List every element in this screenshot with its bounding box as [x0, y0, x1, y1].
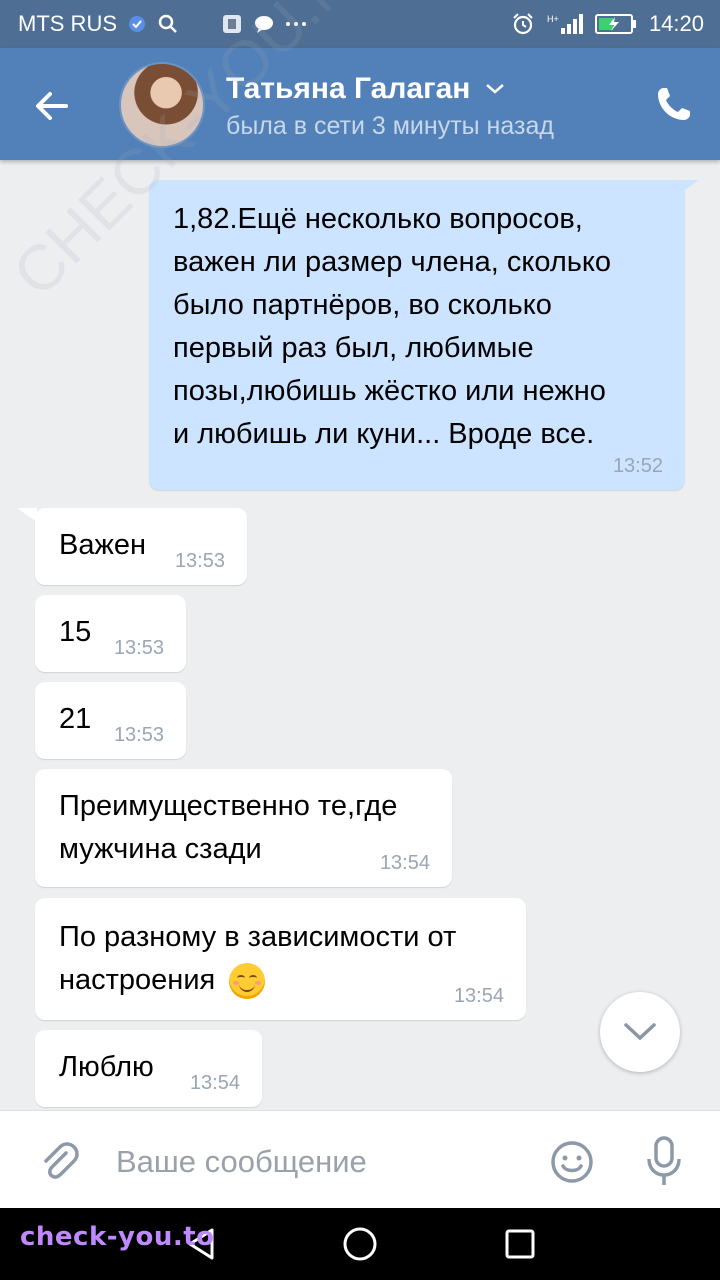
- message-text: Люблю: [59, 1051, 154, 1083]
- battery-icon: [594, 13, 637, 35]
- nfc-icon: [127, 14, 147, 34]
- message-time: 13:54: [379, 852, 430, 874]
- chat-header: Татьяна Галаган была в сети 3 минуты наз…: [0, 48, 720, 160]
- message-text: 15: [59, 616, 92, 648]
- message-bubble-outgoing[interactable]: 1,82.Ещё несколько вопросов, важен ли ра…: [149, 180, 699, 490]
- chevron-down-icon: [486, 84, 505, 94]
- attach-button[interactable]: [36, 1139, 80, 1183]
- message-bubble-incoming[interactable]: По разному в зависимости от настроения 1…: [35, 898, 526, 1020]
- call-button[interactable]: [654, 84, 694, 124]
- phone-icon: [658, 88, 690, 120]
- contact-name-button[interactable]: Татьяна Галаган: [226, 72, 506, 106]
- message-input[interactable]: [114, 1135, 518, 1189]
- message-time: 13:53: [113, 724, 164, 746]
- more-icon: [285, 20, 307, 28]
- chevron-down-icon: [624, 1023, 656, 1041]
- app-icon: [221, 13, 243, 35]
- square-recents-icon: [505, 1229, 535, 1259]
- carrier-label: MTS RUS: [18, 11, 117, 36]
- message-text: 1,82.Ещё несколько вопросов, важен ли ра…: [173, 203, 612, 450]
- search-icon: [157, 13, 179, 35]
- watermark-text: check-you.to: [20, 1222, 215, 1252]
- message-list[interactable]: 1,82.Ещё несколько вопросов, важен ли ра…: [0, 160, 720, 1110]
- contact-status: была в сети 3 минуты назад: [226, 112, 554, 140]
- message-text: Важен: [59, 529, 147, 561]
- message-bubble-incoming[interactable]: Преимущественно те,где мужчина сзади 13:…: [35, 769, 452, 887]
- message-body: По разному в зависимости от настроения: [59, 916, 519, 1002]
- voice-message-button[interactable]: [644, 1135, 684, 1189]
- message-time: 13:54: [453, 985, 504, 1007]
- bubble-tail: [679, 180, 699, 194]
- nav-recents-button[interactable]: [504, 1228, 536, 1260]
- smiling-face-icon: [229, 963, 266, 1000]
- nav-home-button[interactable]: [342, 1226, 378, 1262]
- signal-icon: H+: [547, 12, 583, 36]
- clock-time: 14:20: [648, 11, 704, 36]
- message-time: 13:52: [612, 455, 663, 477]
- message-bubble-incoming[interactable]: Важен 13:53: [17, 508, 247, 585]
- message-time: 13:53: [174, 550, 225, 572]
- smile-icon: [551, 1141, 593, 1183]
- scroll-to-bottom-button[interactable]: [600, 992, 680, 1072]
- message-time: 13:53: [113, 637, 164, 659]
- status-bar: MTS RUS H+ 14:20: [0, 0, 720, 48]
- contact-name: Татьяна Галаган: [226, 72, 471, 105]
- avatar[interactable]: [119, 62, 205, 148]
- bubble-tail: [17, 508, 37, 522]
- paperclip-icon: [44, 1142, 79, 1179]
- microphone-icon: [647, 1136, 681, 1185]
- message-text: Преимущественно те,где мужчина сзади: [59, 790, 398, 865]
- network-type-label: H+: [547, 14, 559, 24]
- alarm-icon: [511, 12, 535, 36]
- message-composer: [0, 1110, 720, 1209]
- message-bubble-incoming[interactable]: Люблю 13:54: [35, 1030, 262, 1107]
- back-button[interactable]: [30, 84, 74, 128]
- message-bubble-incoming[interactable]: 21 13:53: [35, 682, 186, 759]
- message-bubble-incoming[interactable]: 15 13:53: [35, 595, 186, 672]
- emoji-button[interactable]: [549, 1139, 595, 1185]
- chat-bubble-icon: [253, 13, 275, 35]
- circle-home-icon: [343, 1227, 377, 1261]
- message-time: 13:54: [189, 1072, 240, 1094]
- message-text: 21: [59, 703, 92, 735]
